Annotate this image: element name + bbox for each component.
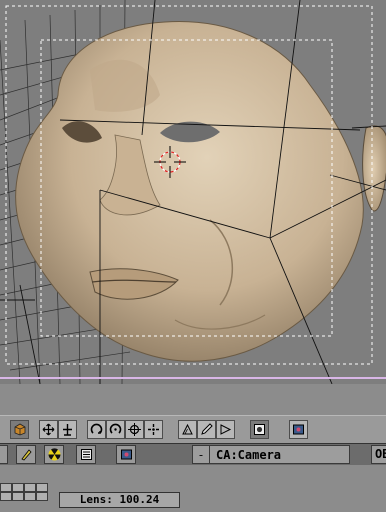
proportional-icon[interactable] (178, 420, 197, 439)
layer-button[interactable] (24, 483, 36, 492)
texture-image-icon[interactable] (116, 445, 136, 464)
grab-move-icon[interactable] (39, 420, 58, 439)
viewport-edge (0, 377, 386, 379)
paint-icon[interactable] (16, 445, 36, 464)
head-mesh (15, 21, 364, 362)
layer-button[interactable] (36, 483, 48, 492)
header-scroll-left[interactable] (0, 445, 8, 464)
radiation-icon[interactable] (44, 445, 64, 464)
lens-number-field[interactable]: Lens: 100.24 (59, 492, 180, 508)
list-icon[interactable] (76, 445, 96, 464)
layer-button[interactable] (0, 492, 12, 501)
rotate-icon[interactable] (87, 420, 106, 439)
view3d-toolbar (0, 415, 386, 445)
camera-name-text: CA:Camera (216, 447, 282, 462)
ear (362, 125, 386, 212)
layer-button[interactable] (12, 492, 24, 501)
buttons-header: - CA:Camera OB (0, 443, 386, 466)
camera-name-field[interactable]: - CA:Camera (192, 445, 350, 464)
rotate-local-icon[interactable] (106, 420, 125, 439)
snap-icon[interactable] (144, 420, 163, 439)
pencil-icon[interactable] (197, 420, 216, 439)
camera-browse-button[interactable]: - (193, 446, 210, 463)
scale-icon[interactable] (58, 420, 77, 439)
render-icon[interactable] (250, 420, 269, 439)
center-icon[interactable] (125, 420, 144, 439)
layer-button[interactable] (24, 492, 36, 501)
viewport-canvas (0, 0, 386, 384)
3d-viewport[interactable] (0, 0, 386, 384)
layer-button[interactable] (0, 483, 12, 492)
object-name-button[interactable]: OB (371, 445, 386, 464)
image-icon[interactable] (289, 420, 308, 439)
object-cube-icon[interactable] (10, 420, 29, 439)
layer-button[interactable] (12, 483, 24, 492)
button-panel: Lens: 100.24 (0, 465, 386, 512)
wedge-icon[interactable] (216, 420, 235, 439)
blender-window: - CA:Camera OB Lens: 100.24 (0, 0, 386, 512)
layer-button[interactable] (36, 492, 48, 501)
